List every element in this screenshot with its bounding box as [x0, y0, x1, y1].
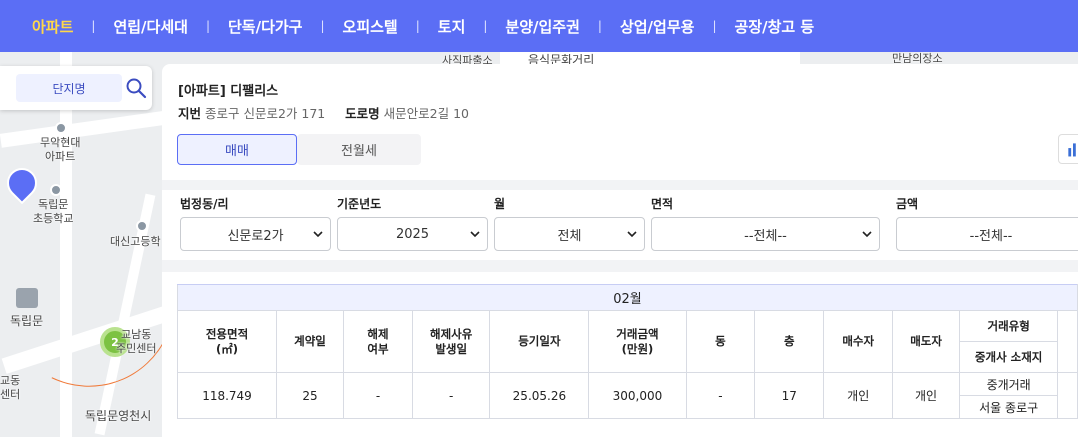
col-trade-type: 거래유형 — [959, 310, 1059, 342]
property-type-nav: 아파트 | 연립/다세대 | 단독/다가구 | 오피스텔 | 토지 | 분양/입… — [0, 0, 1078, 52]
dong-select[interactable]: 신문로2가 — [180, 217, 331, 251]
transaction-table: 02월 전용면적 (㎡) 계약일 해제 여부 해제사유 발생일 등기일자 거래금… — [176, 284, 1078, 419]
apartment-poi-icon[interactable] — [55, 122, 67, 134]
cell-seller: 개인 — [892, 372, 961, 419]
cell-agent-location: 서울 종로구 — [959, 395, 1059, 419]
month-select[interactable]: 전체 — [494, 217, 645, 251]
cell-floor: 17 — [754, 372, 825, 419]
area-select[interactable]: --전체-- — [651, 217, 880, 251]
col-cancel: 해제 여부 — [342, 310, 414, 373]
map-label-left-center: 교동 센터 — [0, 374, 21, 401]
map-label-school: 독립문 초등학교 — [33, 198, 74, 225]
filter-label-dong: 법정동/리 — [180, 197, 229, 211]
road-value: 새문안로2길 10 — [383, 106, 469, 121]
nav-separator: | — [205, 19, 210, 33]
col-extra — [1057, 310, 1078, 373]
month-header: 02월 — [177, 284, 1078, 311]
map-label-dongnimmun: 독립문 — [10, 314, 44, 328]
school-poi-icon[interactable] — [50, 184, 62, 196]
chevron-down-icon — [313, 231, 323, 238]
cell-reg-date: 25.05.26 — [489, 372, 590, 419]
nav-presale[interactable]: 분양/입주권 — [495, 16, 589, 37]
complex-address: 지번 종로구 신문로2가 171 도로명 새문안로2길 10 — [178, 103, 469, 122]
map-label-prison: 독립문영천시 — [85, 409, 152, 423]
cell-extra — [1057, 372, 1078, 419]
complex-search-widget: 단지명 — [0, 66, 152, 110]
month-select-value: 전체 — [557, 228, 582, 244]
nav-land[interactable]: 토지 — [428, 16, 476, 37]
nav-separator: | — [415, 19, 420, 33]
map-label-daesin: 대신고등학 — [110, 235, 161, 248]
filter-label-price: 금액 — [896, 197, 919, 211]
school-poi-icon[interactable] — [136, 220, 148, 232]
panel-divider — [162, 260, 1078, 272]
road-label: 도로명 — [345, 106, 380, 121]
map-road — [0, 110, 171, 148]
year-select[interactable]: 2025 — [337, 217, 488, 251]
col-cancel-date: 해제사유 발생일 — [412, 310, 491, 373]
bar-chart-icon — [1068, 143, 1076, 157]
chevron-down-icon — [470, 231, 480, 238]
col-floor: 층 — [754, 310, 825, 373]
chevron-down-icon — [627, 231, 637, 238]
nav-separator: | — [483, 19, 488, 33]
map-label-center: 교남동 주민센터 — [116, 328, 157, 355]
nav-separator: | — [91, 19, 96, 33]
nav-separator: | — [597, 19, 602, 33]
filter-label-month: 월 — [494, 197, 506, 211]
area-select-value: --전체-- — [744, 228, 787, 244]
price-select-value: --전체-- — [969, 228, 1013, 244]
tab-sale[interactable]: 매매 — [177, 134, 297, 165]
jibun-value: 종로구 신문로2가 171 — [205, 106, 326, 121]
nav-apartment[interactable]: 아파트 — [22, 16, 83, 37]
map-label-muakhyundai: 무악현대 아파트 — [40, 136, 81, 163]
nav-officetel[interactable]: 오피스텔 — [333, 16, 408, 37]
col-seller: 매도자 — [892, 310, 961, 373]
price-select[interactable]: --전체-- — [896, 217, 1078, 251]
nav-detached[interactable]: 단독/다가구 — [218, 16, 312, 37]
col-agent-location: 중개사 소재지 — [959, 341, 1059, 373]
nav-separator: | — [320, 19, 325, 33]
nav-separator: | — [712, 19, 717, 33]
search-tab-complex[interactable]: 단지명 — [16, 74, 122, 102]
cell-cancel: - — [342, 372, 414, 419]
col-price: 거래금액 (만원) — [588, 310, 687, 373]
table-row[interactable]: 118.749 25 - - 25.05.26 300,000 - 17 개인 … — [176, 372, 1078, 419]
filter-label-area: 면적 — [651, 197, 674, 211]
cell-price: 300,000 — [588, 372, 687, 419]
landmark-gate-icon[interactable] — [16, 288, 38, 308]
cell-trade-type: 중개거래 — [959, 372, 1059, 396]
year-select-value: 2025 — [395, 226, 430, 242]
col-buyer: 매수자 — [823, 310, 894, 373]
panel-divider — [162, 180, 1078, 190]
search-icon[interactable] — [125, 77, 147, 99]
cell-buyer: 개인 — [823, 372, 894, 419]
nav-factory[interactable]: 공장/창고 등 — [724, 16, 824, 37]
col-area: 전용면적 (㎡) — [176, 310, 278, 373]
cell-contract-day: 25 — [276, 372, 344, 419]
nav-rowhouse[interactable]: 연립/다세대 — [103, 16, 197, 37]
col-reg-date: 등기일자 — [489, 310, 590, 373]
cell-cancel-date: - — [412, 372, 491, 419]
cell-area: 118.749 — [176, 372, 278, 419]
chart-button[interactable] — [1058, 134, 1078, 164]
jibun-label: 지번 — [178, 106, 202, 121]
col-contract-day: 계약일 — [276, 310, 344, 373]
cell-dong: - — [685, 372, 756, 419]
dong-select-value: 신문로2가 — [227, 228, 284, 244]
chevron-down-icon — [862, 231, 872, 238]
filter-label-year: 기준년도 — [337, 197, 382, 211]
deal-type-tabs: 매매 전월세 — [177, 134, 421, 165]
col-dong: 동 — [685, 310, 756, 373]
complex-title: [아파트] 디팰리스 — [178, 84, 279, 99]
transaction-detail-panel: [아파트] 디팰리스 지번 종로구 신문로2가 171 도로명 새문안로2길 1… — [162, 64, 1078, 437]
nav-commercial[interactable]: 상업/업무용 — [610, 16, 704, 37]
tab-rent[interactable]: 전월세 — [297, 134, 421, 165]
